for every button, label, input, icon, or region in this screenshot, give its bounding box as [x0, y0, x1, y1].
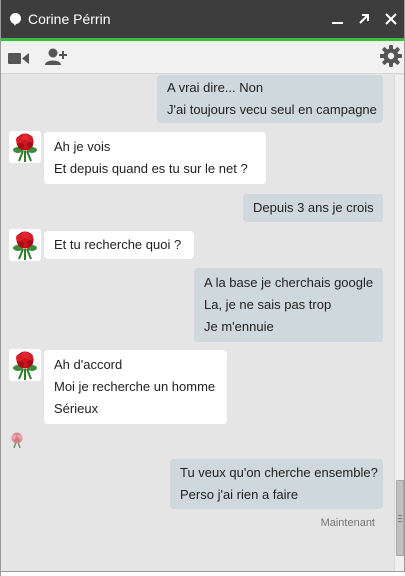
minimize-icon[interactable] — [328, 10, 346, 28]
message-bubble-outgoing: Tu veux qu'on cherche ensemble? Perso j'… — [170, 459, 383, 509]
message-line: Perso j'ai rien a faire — [180, 487, 299, 502]
message-line: J'ai toujours vecu seul en campagne — [167, 102, 377, 117]
contact-avatar[interactable] — [9, 131, 41, 163]
close-icon[interactable] — [382, 10, 400, 28]
message-line: Et tu recherche quoi ? — [54, 237, 182, 252]
message-line: Sérieux — [54, 401, 99, 416]
title-bar[interactable]: Corine Pérrin — [1, 0, 404, 38]
message-line: Ah je vois — [54, 139, 111, 154]
status-bubble-icon — [10, 13, 21, 26]
message-line: Ah d'accord — [54, 357, 123, 372]
popout-arrow-icon[interactable] — [355, 10, 373, 28]
gear-icon[interactable] — [380, 45, 402, 67]
message-timestamp: Maintenant — [320, 517, 375, 529]
message-line: Moi je recherche un homme — [54, 379, 216, 394]
contact-avatar[interactable] — [9, 229, 41, 261]
message-line: Et depuis quand es tu sur le net ? — [54, 161, 248, 176]
window-bottom-edge — [1, 571, 405, 576]
message-bubble-incoming: Ah d'accord Moi je recherche un homme Sé… — [44, 350, 227, 424]
scrollbar[interactable] — [394, 75, 404, 571]
message-bubble-outgoing: A la base je cherchais google La, je ne … — [194, 268, 383, 342]
scrollbar-thumb[interactable] — [396, 480, 404, 556]
message-line: Tu veux qu'on cherche ensemble? — [180, 465, 378, 480]
read-receipt-avatar — [8, 431, 26, 449]
message-line: A vrai dire... Non — [167, 80, 264, 95]
message-line: A la base je cherchais google — [204, 275, 374, 290]
message-bubble-incoming: Ah je vois Et depuis quand es tu sur le … — [44, 132, 266, 184]
contact-avatar[interactable] — [9, 349, 41, 381]
message-bubble-outgoing: A vrai dire... Non J'ai toujours vecu se… — [157, 75, 383, 123]
message-list[interactable]: A vrai dire... Non J'ai toujours vecu se… — [1, 75, 394, 571]
chat-toolbar — [1, 41, 404, 74]
contact-name[interactable]: Corine Pérrin — [28, 11, 110, 27]
message-bubble-incoming: Et tu recherche quoi ? — [44, 231, 194, 259]
message-line: La, je ne sais pas trop — [204, 297, 332, 312]
message-line: Depuis 3 ans je crois — [253, 200, 374, 215]
add-person-icon[interactable] — [45, 47, 67, 67]
message-bubble-outgoing: Depuis 3 ans je crois — [243, 194, 383, 222]
chat-window: Corine Pérrin A vrai dire... Non J'ai to… — [0, 0, 405, 576]
video-camera-icon[interactable] — [8, 52, 29, 65]
message-line: Je m'ennuie — [204, 319, 274, 334]
